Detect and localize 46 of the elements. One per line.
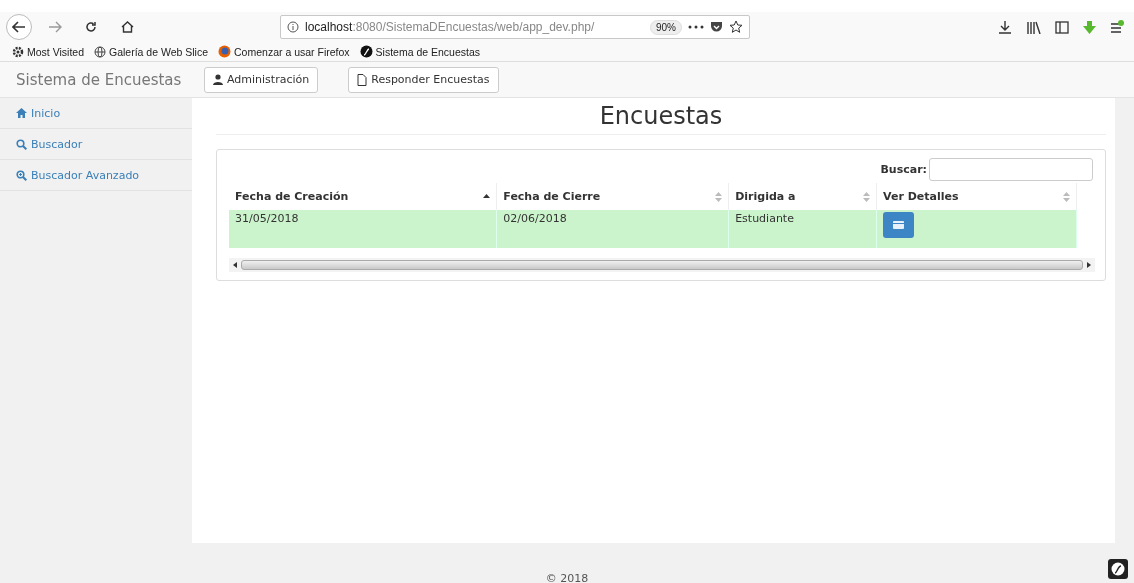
home-icon — [120, 21, 134, 33]
table-cell: 02/06/2018 — [496, 210, 729, 248]
download-icon[interactable] — [998, 20, 1012, 34]
search-icon — [16, 138, 27, 150]
sf-logo-icon — [1111, 562, 1125, 576]
scroll-left-icon — [233, 262, 237, 268]
nav-button[interactable]: Administración — [204, 66, 319, 93]
star-icon[interactable] — [729, 20, 743, 34]
fox-icon — [218, 45, 232, 58]
back-button[interactable] — [6, 14, 32, 40]
debug-toolbar-button[interactable] — [1108, 559, 1128, 579]
user-icon — [213, 74, 223, 85]
library-icon[interactable] — [1026, 20, 1041, 34]
gear-icon — [12, 45, 24, 58]
bookmark[interactable]: Galería de Web Slice — [94, 45, 209, 58]
details-button[interactable] — [883, 212, 915, 238]
url-text: localhost:8080/SistemaDEncuestas/web/app_dev.php/ — [305, 20, 596, 34]
bookmark[interactable]: Comenzar a usar Firefox — [218, 45, 350, 58]
nav-button[interactable]: Responder Encuestas — [348, 66, 499, 93]
sf-logo-icon — [359, 45, 373, 58]
bookmark[interactable]: Most Visited — [12, 45, 84, 58]
file-icon — [357, 73, 368, 86]
page-title: Encuestas — [216, 98, 1106, 135]
forward-arrow-icon — [48, 21, 62, 33]
globe-icon — [94, 45, 106, 58]
pocket-icon[interactable] — [710, 21, 723, 33]
home-icon — [16, 108, 27, 118]
card-icon — [893, 221, 905, 229]
more-icon[interactable] — [688, 25, 704, 29]
bookmark[interactable]: Sistema de Encuestas — [359, 45, 481, 58]
app-brand[interactable]: Sistema de Encuestas — [0, 70, 204, 89]
sidebar-icon[interactable] — [1055, 20, 1069, 34]
reload-icon — [85, 21, 97, 33]
back-arrow-icon — [12, 21, 26, 33]
table-cell: Estudiante — [728, 210, 877, 248]
scroll-right-icon — [1087, 262, 1091, 268]
footer-text: © 2018 — [545, 572, 589, 583]
info-icon — [287, 21, 299, 33]
zoom-badge[interactable]: 90% — [650, 19, 682, 35]
zoom-in-icon — [16, 169, 27, 181]
table-cell: 31/05/2018 — [229, 210, 497, 248]
horizontal-scrollbar[interactable] — [229, 258, 1095, 272]
address-bar[interactable]: localhost:8080/SistemaDEncuestas/web/app_dev.php/ 90% — [280, 15, 750, 39]
menu-icon[interactable] — [1110, 20, 1124, 34]
search-label: Buscar: — [880, 163, 927, 176]
search-field[interactable] — [929, 158, 1093, 181]
